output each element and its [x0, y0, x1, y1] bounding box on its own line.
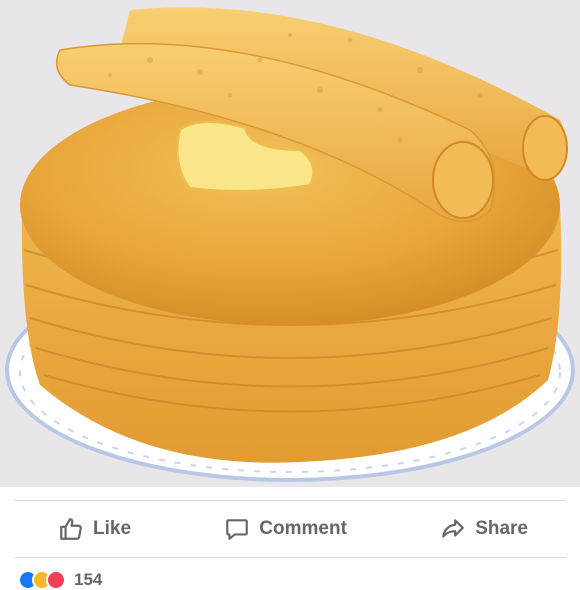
comment-label: Comment [259, 518, 347, 539]
reactions-summary[interactable]: 154 [18, 570, 102, 590]
share-icon [440, 516, 466, 542]
post-photo[interactable] [0, 0, 580, 487]
share-button[interactable]: Share [440, 516, 528, 542]
love-icon [46, 570, 66, 590]
comment-button[interactable]: Comment [224, 516, 347, 542]
reaction-count: 154 [74, 570, 103, 589]
like-button[interactable]: Like [58, 516, 131, 542]
like-label: Like [93, 518, 132, 539]
comment-icon [224, 516, 250, 542]
thumbs-up-icon [58, 516, 84, 542]
divider [14, 557, 566, 558]
share-label: Share [475, 518, 528, 539]
post-action-bar: Like Comment Share [0, 501, 580, 557]
pancake-image [5, 7, 575, 482]
